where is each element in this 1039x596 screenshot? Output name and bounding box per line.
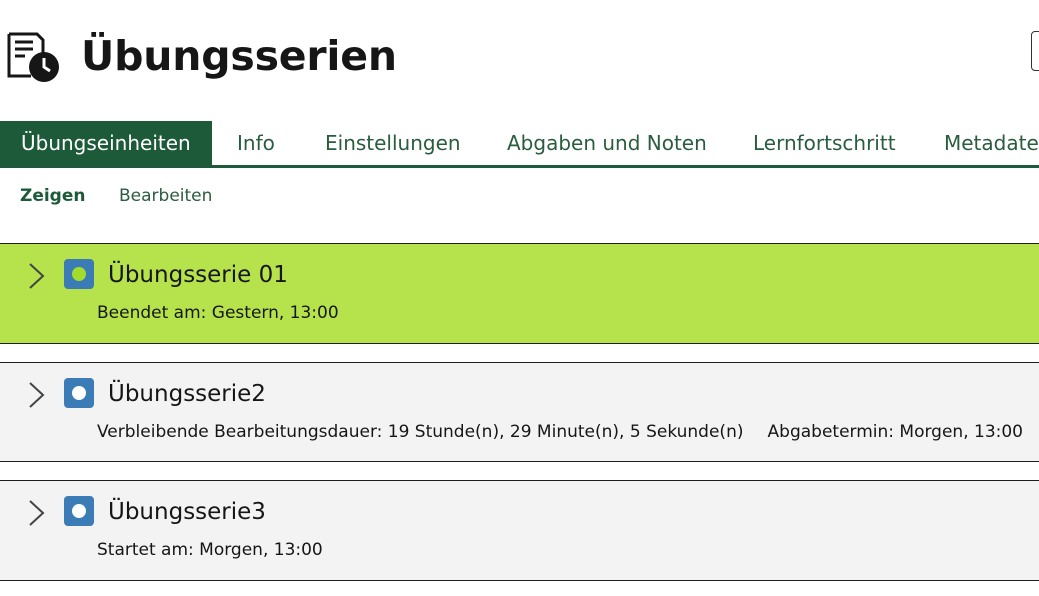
- item-meta: Verbleibende Bearbeitungsdauer: 19 Stund…: [97, 422, 744, 442]
- header-action-button[interactable]: [1031, 31, 1039, 71]
- item-deadline: Abgabetermin: Morgen, 13:00: [767, 422, 1023, 442]
- list-item[interactable]: Übungsserie3 Startet am: Morgen, 13:00: [0, 480, 1039, 581]
- chevron-right-icon[interactable]: [26, 261, 48, 291]
- list-item[interactable]: Übungsserie 01 Beendet am: Gestern, 13:0…: [0, 243, 1039, 344]
- chevron-right-icon[interactable]: [26, 498, 48, 528]
- tab-abgaben-und-noten[interactable]: Abgaben und Noten: [507, 121, 707, 165]
- status-icon: [64, 378, 94, 408]
- tab-info[interactable]: Info: [237, 121, 275, 165]
- tab-metadaten[interactable]: Metadaten: [944, 121, 1039, 165]
- subtab-bearbeiten[interactable]: Bearbeiten: [119, 186, 212, 206]
- subtab-zeigen[interactable]: Zeigen: [20, 186, 86, 206]
- exercise-schedule-icon: [7, 32, 59, 82]
- chevron-right-icon[interactable]: [26, 380, 48, 410]
- page-header: Übungsserien: [0, 0, 1039, 120]
- item-meta: Beendet am: Gestern, 13:00: [97, 303, 339, 323]
- item-meta: Startet am: Morgen, 13:00: [97, 540, 323, 560]
- tab-bar: Übungseinheiten Info Einstellungen Abgab…: [0, 121, 1039, 168]
- tab-uebungseinheiten[interactable]: Übungseinheiten: [0, 121, 212, 165]
- item-title[interactable]: Übungsserie3: [108, 497, 266, 527]
- status-icon: [64, 259, 94, 289]
- subtab-bar: Zeigen Bearbeiten: [0, 180, 1039, 216]
- item-title[interactable]: Übungsserie 01: [108, 260, 288, 290]
- tab-lernfortschritt[interactable]: Lernfortschritt: [753, 121, 896, 165]
- tab-einstellungen[interactable]: Einstellungen: [325, 121, 461, 165]
- page-title: Übungsserien: [81, 32, 397, 80]
- list-item[interactable]: Übungsserie2 Verbleibende Bearbeitungsda…: [0, 362, 1039, 462]
- status-icon: [64, 496, 94, 526]
- item-title[interactable]: Übungsserie2: [108, 379, 266, 409]
